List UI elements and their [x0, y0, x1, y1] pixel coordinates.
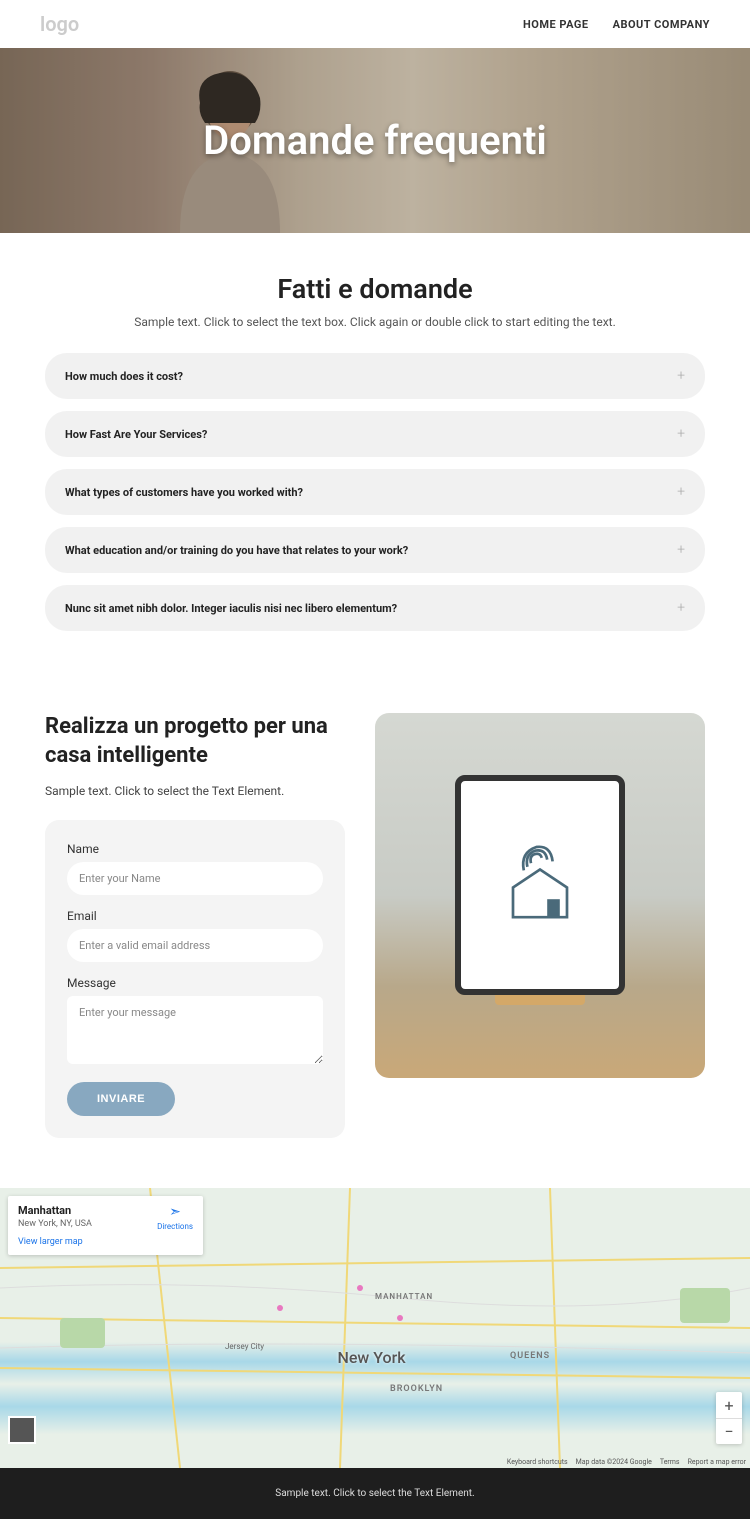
project-subtitle: Sample text. Click to select the Text El…: [45, 784, 345, 798]
zoom-out-button[interactable]: −: [716, 1418, 742, 1444]
hero-title: Domande frequenti: [203, 117, 547, 164]
map-label-brooklyn: BROOKLYN: [390, 1384, 443, 1394]
project-image: [375, 713, 705, 1078]
email-input[interactable]: [67, 929, 323, 962]
email-label: Email: [67, 909, 323, 923]
faq-item[interactable]: Nunc sit amet nibh dolor. Integer iaculi…: [45, 585, 705, 631]
report-error-link[interactable]: Report a map error: [688, 1458, 746, 1466]
map-directions-button[interactable]: ➣ Directions: [157, 1204, 193, 1231]
map-label-jerseycity: Jersey City: [225, 1342, 264, 1351]
name-input[interactable]: [67, 862, 323, 895]
map-label-newyork: New York: [338, 1348, 406, 1367]
directions-icon: ➣: [157, 1204, 193, 1220]
faq-question: How much does it cost?: [65, 370, 183, 383]
nav-about[interactable]: ABOUT COMPANY: [613, 18, 710, 31]
faq-question: How Fast Are Your Services?: [65, 428, 207, 441]
terms-link[interactable]: Terms: [660, 1458, 680, 1466]
faq-question: What education and/or training do you ha…: [65, 544, 408, 557]
project-title: Realizza un progetto per una casa intell…: [45, 713, 345, 770]
plus-icon: +: [677, 542, 685, 558]
footer-text: Sample text. Click to select the Text El…: [20, 1488, 730, 1499]
project-left: Realizza un progetto per una casa intell…: [45, 713, 345, 1138]
map-attribution: Keyboard shortcuts Map data ©2024 Google…: [507, 1458, 746, 1466]
smart-home-icon: [495, 838, 585, 932]
plus-icon: +: [677, 600, 685, 616]
map-label-queens: QUEENS: [510, 1351, 550, 1361]
tablet-device: [455, 775, 625, 995]
map-info-card: Manhattan New York, NY, USA ➣ Directions…: [8, 1196, 203, 1255]
faq-subtitle: Sample text. Click to select the text bo…: [45, 315, 705, 329]
plus-icon: +: [677, 484, 685, 500]
project-section: Realizza un progetto per una casa intell…: [0, 693, 750, 1188]
map-label-manhattan: MANHATTAN: [375, 1292, 433, 1301]
map-satellite-toggle[interactable]: [8, 1416, 36, 1444]
nav: HOME PAGE ABOUT COMPANY: [523, 18, 710, 31]
header: logo HOME PAGE ABOUT COMPANY: [0, 0, 750, 48]
faq-heading: Fatti e domande: [45, 273, 705, 305]
contact-form: Name Email Message INVIARE: [45, 820, 345, 1138]
directions-label: Directions: [157, 1222, 193, 1231]
zoom-in-button[interactable]: +: [716, 1392, 742, 1418]
map-data-label: Map data ©2024 Google: [576, 1458, 652, 1466]
faq-question: Nunc sit amet nibh dolor. Integer iaculi…: [65, 602, 397, 615]
submit-button[interactable]: INVIARE: [67, 1082, 175, 1116]
footer: Sample text. Click to select the Text El…: [0, 1468, 750, 1519]
faq-item[interactable]: How Fast Are Your Services? +: [45, 411, 705, 457]
message-label: Message: [67, 976, 323, 990]
nav-home[interactable]: HOME PAGE: [523, 18, 589, 31]
logo[interactable]: logo: [40, 12, 79, 36]
map-zoom-controls: + −: [716, 1392, 742, 1444]
keyboard-shortcuts-link[interactable]: Keyboard shortcuts: [507, 1458, 568, 1466]
hero: Domande frequenti: [0, 48, 750, 233]
faq-question: What types of customers have you worked …: [65, 486, 303, 499]
plus-icon: +: [677, 368, 685, 384]
faq-item[interactable]: What types of customers have you worked …: [45, 469, 705, 515]
message-input[interactable]: [67, 996, 323, 1064]
faq-section: Fatti e domande Sample text. Click to se…: [0, 233, 750, 693]
faq-item[interactable]: What education and/or training do you ha…: [45, 527, 705, 573]
faq-item[interactable]: How much does it cost? +: [45, 353, 705, 399]
plus-icon: +: [677, 426, 685, 442]
view-larger-map-link[interactable]: View larger map: [18, 1237, 193, 1247]
name-label: Name: [67, 842, 323, 856]
map[interactable]: New York BROOKLYN QUEENS MANHATTAN Jerse…: [0, 1188, 750, 1468]
